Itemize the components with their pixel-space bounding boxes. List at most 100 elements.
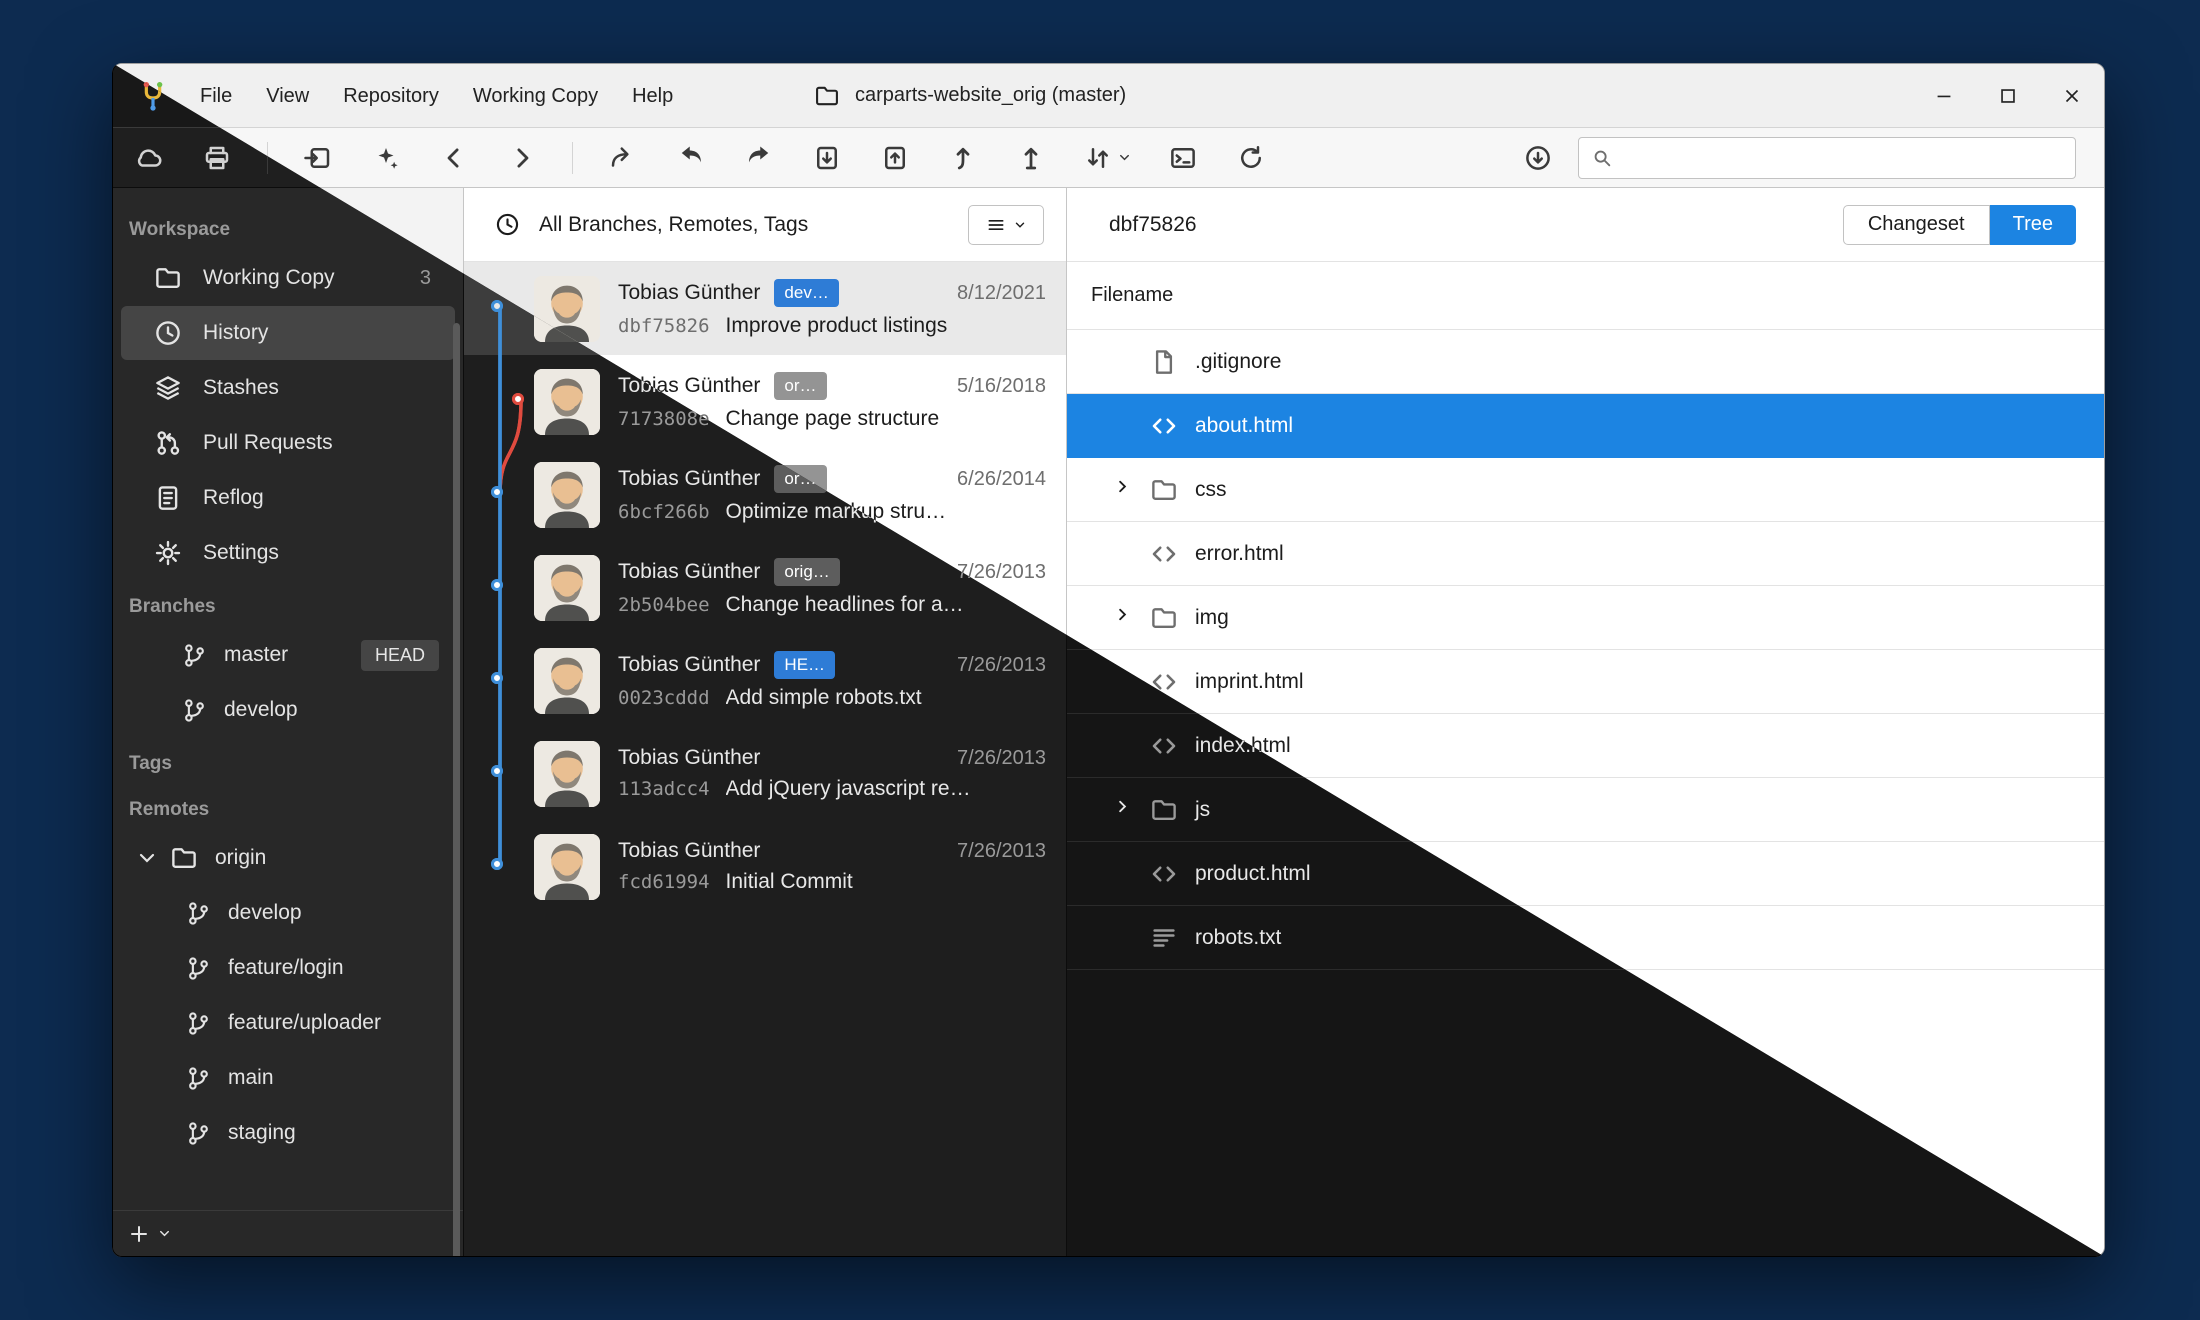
file-row[interactable]: about.html <box>1067 394 2104 458</box>
remote-branch-label: main <box>228 1066 274 1090</box>
file-row[interactable]: img <box>1067 586 2104 650</box>
compare-branches-button[interactable] <box>1071 135 1143 181</box>
sidebar-item[interactable]: Settings <box>121 526 455 580</box>
plus-icon <box>127 1222 151 1246</box>
branch-filter-label: All Branches, Remotes, Tags <box>539 213 950 237</box>
chevron-down-icon[interactable] <box>135 846 159 870</box>
branch-badge: or… <box>774 372 826 400</box>
menu-item[interactable]: Help <box>615 64 690 128</box>
sidebar-remote-branch[interactable]: staging <box>121 1106 455 1160</box>
menu-item[interactable]: Repository <box>326 64 456 128</box>
update-available-button[interactable] <box>1510 135 1566 181</box>
commit-row[interactable]: Tobias Günther 7/26/2013 113adcc4 Add jQ… <box>464 727 1066 820</box>
menu-item[interactable]: View <box>249 64 326 128</box>
sidebar-scrollbar[interactable] <box>453 323 460 1257</box>
head-badge: HEAD <box>361 640 439 671</box>
sidebar-remote-origin[interactable]: origin <box>121 831 455 885</box>
terminal-button[interactable] <box>1155 135 1211 181</box>
author-avatar <box>534 555 600 621</box>
sidebar-item[interactable]: Working Copy 3 <box>121 251 455 305</box>
file-row[interactable]: imprint.html <box>1067 650 2104 714</box>
remote-branch-label: develop <box>228 901 302 925</box>
menubar: FileViewRepositoryWorking CopyHelp <box>183 64 690 127</box>
commit-date: 7/26/2013 <box>957 840 1046 863</box>
sidebar-item[interactable]: Pull Requests <box>121 416 455 470</box>
print-button[interactable] <box>189 135 245 181</box>
commit-text: Tobias Günther dev… 8/12/2021 dbf75826 I… <box>618 279 1066 338</box>
checkout-button[interactable] <box>595 135 651 181</box>
commit-id: dbf75826 <box>1109 213 1197 237</box>
branch-icon <box>181 642 208 669</box>
commit-node <box>491 858 503 870</box>
branch-badge: orig… <box>774 558 839 586</box>
view-toggle: Changeset Tree <box>1843 205 2076 245</box>
push-button[interactable] <box>1003 135 1059 181</box>
sidebar-item-label: Reflog <box>203 486 264 510</box>
minimize-button[interactable] <box>1912 64 1976 127</box>
repo-title: carparts-website_orig (master) <box>855 84 1126 107</box>
text-file-icon <box>1149 923 1179 953</box>
branches-header: Branches <box>113 581 463 627</box>
gear-icon <box>153 538 183 568</box>
remote-branch-label: feature/login <box>228 956 344 980</box>
add-button[interactable] <box>127 1222 172 1246</box>
clone-button[interactable] <box>290 135 346 181</box>
detail-header: dbf75826 Changeset Tree <box>1067 188 2104 262</box>
chevron-down-icon <box>157 1226 172 1241</box>
remote-branch-label: feature/uploader <box>228 1011 381 1035</box>
sidebar-item[interactable]: Reflog <box>121 471 455 525</box>
quick-actions-button[interactable] <box>358 135 414 181</box>
search-input[interactable] <box>1623 146 2063 169</box>
close-button[interactable] <box>2040 64 2104 127</box>
commit-date: 6/26/2014 <box>957 468 1046 491</box>
commit-author: Tobias Günther <box>618 839 760 863</box>
folder-icon <box>1149 795 1179 825</box>
commit-row[interactable]: Tobias Günther 7/26/2013 fcd61994 Initia… <box>464 820 1066 913</box>
sidebar-item[interactable]: History <box>121 306 455 360</box>
branch-icon <box>185 1010 212 1037</box>
file-name: img <box>1195 606 1229 630</box>
redo-button[interactable] <box>731 135 787 181</box>
commit-hash: dbf75826 <box>618 315 710 337</box>
changeset-button[interactable]: Changeset <box>1843 205 1990 245</box>
menu-item[interactable]: Working Copy <box>456 64 615 128</box>
app-stage: FileViewRepositoryWorking CopyHelp carpa… <box>112 63 2105 1257</box>
forward-button[interactable] <box>494 135 550 181</box>
commit-message: Initial Commit <box>726 870 853 894</box>
file-row[interactable]: css <box>1067 458 2104 522</box>
commit-row[interactable]: Tobias Günther HE… 7/26/2013 0023cddd Ad… <box>464 634 1066 727</box>
file-name: robots.txt <box>1195 926 1281 950</box>
sidebar-remote-branch[interactable]: develop <box>121 886 455 940</box>
window-title: carparts-website_orig (master) <box>813 64 1126 127</box>
commit-date: 8/12/2021 <box>957 282 1046 305</box>
history-options-button[interactable] <box>968 205 1044 245</box>
maximize-button[interactable] <box>1976 64 2040 127</box>
chevron-right-icon[interactable] <box>1113 477 1149 502</box>
fetch-button[interactable] <box>121 135 177 181</box>
file-name: .gitignore <box>1195 350 1281 374</box>
sidebar-remote-branch[interactable]: feature/login <box>121 941 455 995</box>
chevron-right-icon[interactable] <box>1113 605 1149 630</box>
back-button[interactable] <box>426 135 482 181</box>
chevron-right-icon[interactable] <box>1113 797 1149 822</box>
commit-message: Add jQuery javascript re… <box>726 777 971 801</box>
commit-hash: fcd61994 <box>618 871 710 893</box>
pull-button[interactable] <box>935 135 991 181</box>
sidebar-remote-branch[interactable]: feature/uploader <box>121 996 455 1050</box>
sidebar-item[interactable]: Stashes <box>121 361 455 415</box>
menu-icon <box>986 215 1006 235</box>
pop-stash-button[interactable] <box>867 135 923 181</box>
clock-icon <box>153 318 183 348</box>
commit-text: Tobias Günther HE… 7/26/2013 0023cddd Ad… <box>618 651 1066 710</box>
file-row[interactable]: .gitignore <box>1067 330 2104 394</box>
file-row[interactable]: error.html <box>1067 522 2104 586</box>
folder-icon <box>813 82 841 110</box>
undo-button[interactable] <box>663 135 719 181</box>
sidebar-remote-branch[interactable]: main <box>121 1051 455 1105</box>
sidebar-branch[interactable]: master HEAD <box>121 628 455 682</box>
sidebar-branch[interactable]: develop <box>121 683 455 737</box>
sidebar-item-label: Pull Requests <box>203 431 333 455</box>
tree-button[interactable]: Tree <box>1990 205 2076 245</box>
refresh-button[interactable] <box>1223 135 1279 181</box>
stash-button[interactable] <box>799 135 855 181</box>
